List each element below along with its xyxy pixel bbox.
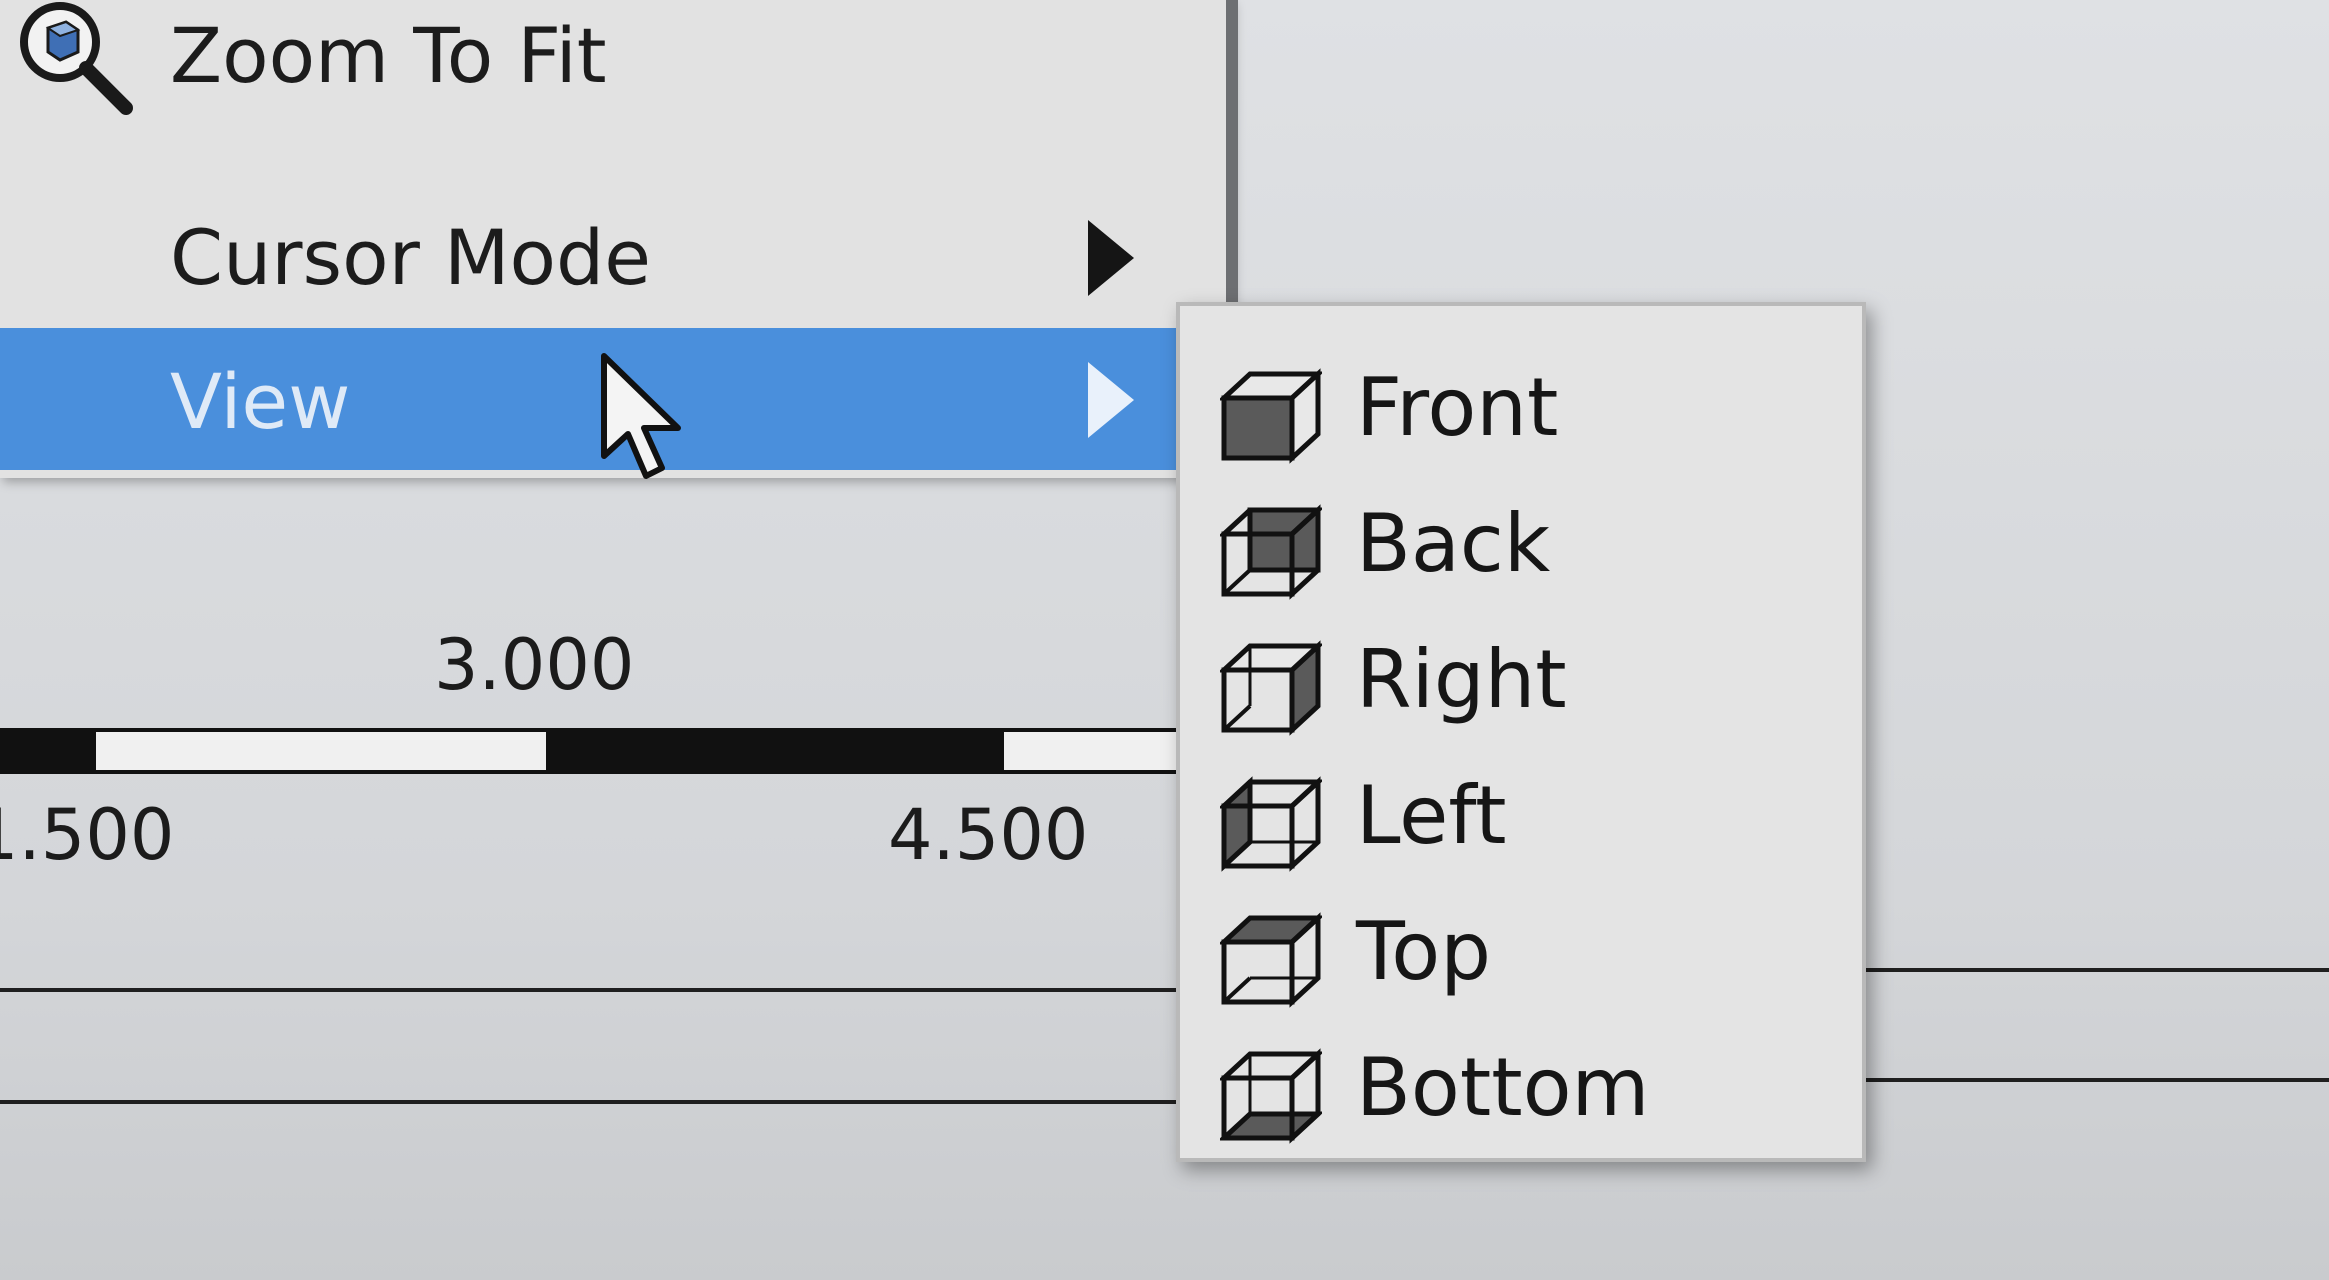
submenu-item-label: Top [1356, 905, 1491, 998]
scale-ruler: 3.000 1.500 4.500 [0, 478, 1190, 988]
submenu-item-front[interactable]: Front [1180, 340, 1862, 476]
submenu-item-label: Front [1356, 361, 1559, 454]
view-submenu: Front Back Right Left Top Bottom [1176, 302, 1866, 1162]
panel-divider [1226, 0, 1238, 330]
cube-front-icon [1220, 368, 1322, 464]
mouse-pointer-icon [601, 353, 681, 479]
ruler-tick-label: 4.500 [888, 794, 1089, 876]
guide-line [1860, 968, 2329, 972]
menu-item-label: Zoom To Fit [170, 11, 607, 100]
menu-item-label: View [170, 357, 351, 446]
zoom-to-fit-icon [20, 2, 133, 115]
ruler-tick-label: 1.500 [0, 794, 175, 876]
submenu-item-label: Right [1356, 633, 1567, 726]
menu-item-cursor-mode[interactable]: Cursor Mode [0, 190, 1232, 330]
menu-item-zoom-to-fit[interactable]: Zoom To Fit [0, 0, 1232, 140]
submenu-item-label: Left [1356, 769, 1507, 862]
guide-line [0, 988, 1190, 992]
submenu-item-right[interactable]: Right [1180, 612, 1862, 748]
cube-top-icon [1220, 912, 1322, 1008]
submenu-arrow-icon [1088, 362, 1134, 438]
guide-line [0, 1100, 1190, 1104]
ruler-tick-label: 3.000 [434, 624, 635, 706]
submenu-item-back[interactable]: Back [1180, 476, 1862, 612]
submenu-item-label: Bottom [1356, 1041, 1650, 1134]
cube-back-icon [1220, 504, 1322, 600]
workspace-background: 3.000 1.500 4.500 Zoom To Fit Cursor Mod… [0, 0, 2329, 1280]
submenu-item-left[interactable]: Left [1180, 748, 1862, 884]
submenu-item-bottom[interactable]: Bottom [1180, 1020, 1862, 1156]
cube-bottom-icon [1220, 1048, 1322, 1144]
submenu-item-label: Back [1356, 497, 1551, 590]
cube-left-icon [1220, 776, 1322, 872]
submenu-item-top[interactable]: Top [1180, 884, 1862, 1020]
submenu-arrow-icon [1088, 220, 1134, 296]
menu-item-label: Cursor Mode [170, 213, 652, 302]
scale-bar [0, 728, 1190, 774]
cube-right-icon [1220, 640, 1322, 736]
guide-line [1860, 1078, 2329, 1082]
